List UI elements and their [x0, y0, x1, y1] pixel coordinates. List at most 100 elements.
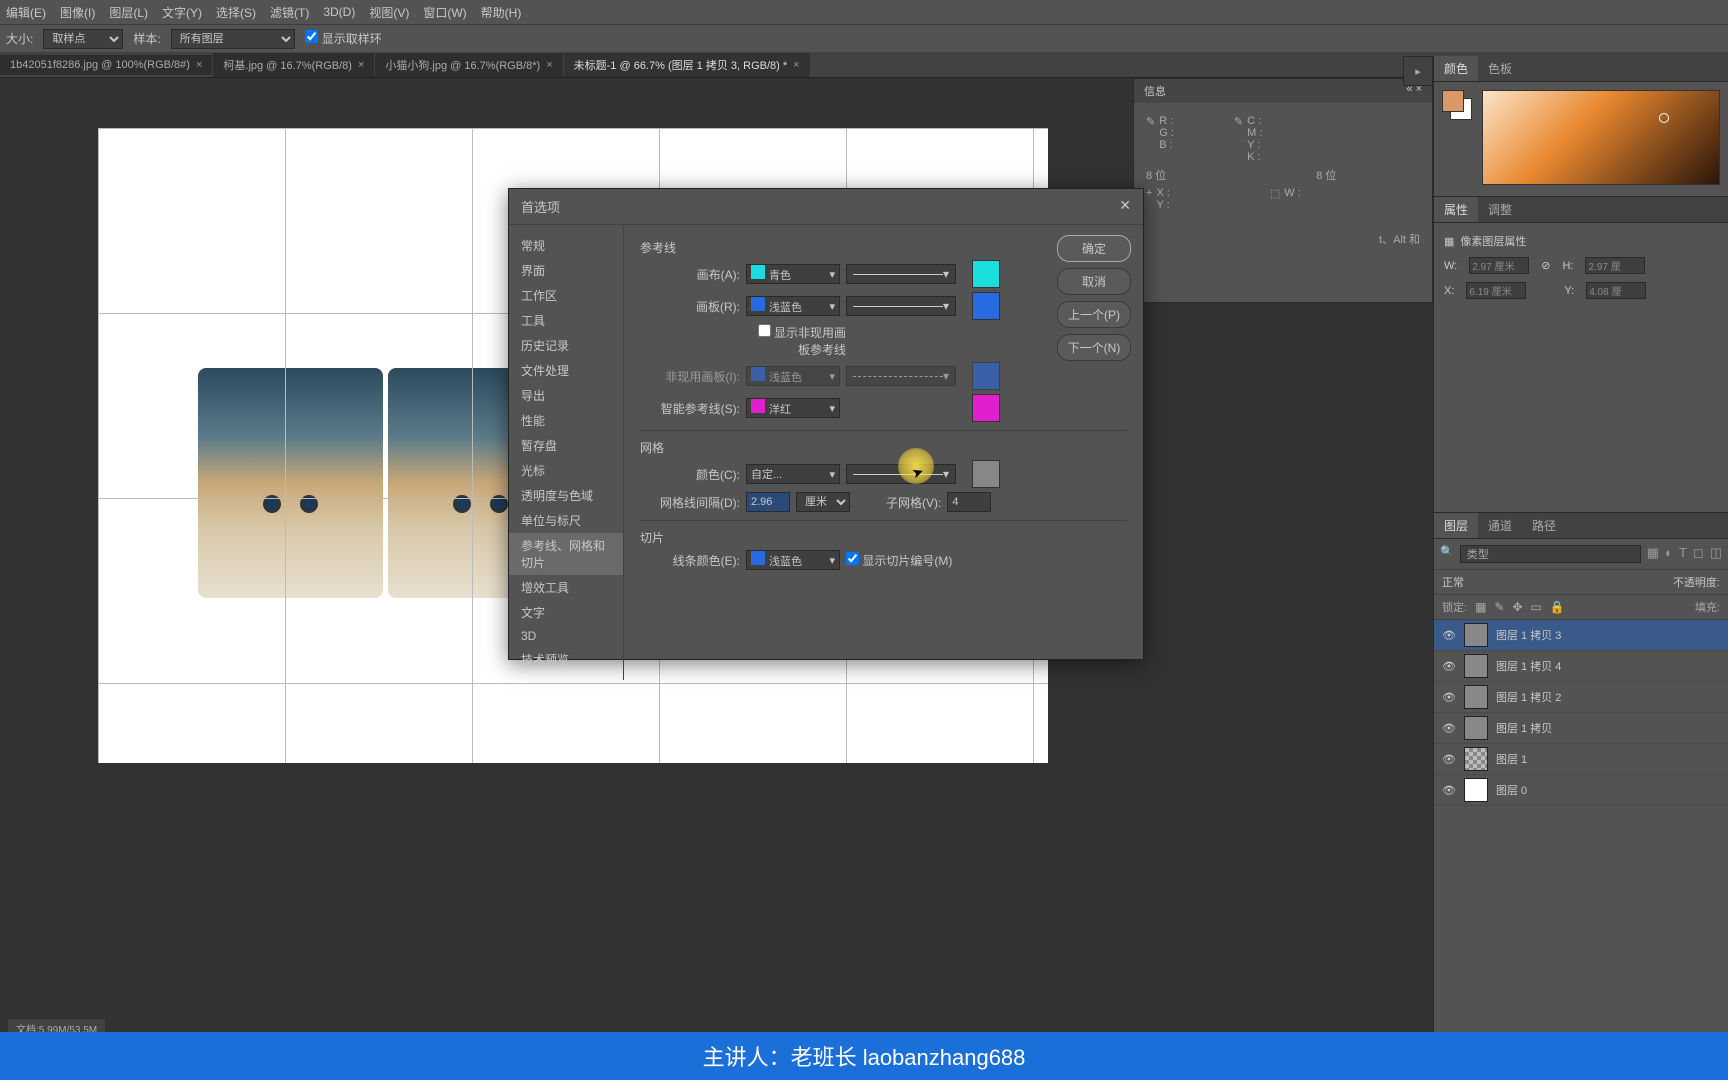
- filter-shape-icon[interactable]: ◻: [1693, 545, 1704, 563]
- visibility-icon[interactable]: 👁: [1442, 660, 1456, 673]
- prev-button[interactable]: 上一个(P): [1057, 301, 1131, 328]
- layer-filter-input[interactable]: [1460, 545, 1641, 563]
- prefs-sidebar-item[interactable]: 增效工具: [509, 575, 623, 600]
- visibility-icon[interactable]: 👁: [1442, 784, 1456, 797]
- tab-doc-3[interactable]: 小猫小狗.jpg @ 16.7%(RGB/8*)×: [375, 53, 562, 77]
- lock-all-icon[interactable]: 🔒: [1550, 600, 1565, 614]
- slice-color-select[interactable]: 浅蓝色▾: [746, 550, 840, 570]
- prefs-sidebar-item[interactable]: 性能: [509, 408, 623, 433]
- menu-3d[interactable]: 3D(D): [323, 5, 355, 19]
- size-select[interactable]: 取样点: [43, 29, 123, 49]
- smart-guide-color-select[interactable]: 洋红▾: [746, 398, 840, 418]
- prefs-sidebar-item[interactable]: 参考线、网格和切片: [509, 533, 623, 575]
- tab-adjustments[interactable]: 调整: [1478, 197, 1522, 222]
- filter-adjust-icon[interactable]: ◐: [1665, 545, 1673, 563]
- menu-layer[interactable]: 图层(L): [109, 4, 148, 21]
- lock-artboard-icon[interactable]: ▭: [1531, 600, 1542, 614]
- next-button[interactable]: 下一个(N): [1057, 334, 1131, 361]
- lock-brush-icon[interactable]: ✎: [1494, 600, 1504, 614]
- layer-row[interactable]: 👁图层 1 拷贝: [1434, 713, 1728, 744]
- gridline-every-input[interactable]: [746, 492, 790, 512]
- prefs-sidebar-item[interactable]: 常规: [509, 233, 623, 258]
- tab-channels[interactable]: 通道: [1478, 513, 1522, 538]
- visibility-icon[interactable]: 👁: [1442, 722, 1456, 735]
- tab-doc-1[interactable]: 1b42051f8286.jpg @ 100%(RGB/8#)×: [0, 55, 212, 75]
- prefs-sidebar-item[interactable]: 工作区: [509, 283, 623, 308]
- layer-row[interactable]: 👁图层 1 拷贝 2: [1434, 682, 1728, 713]
- smart-guide-swatch[interactable]: [972, 394, 1000, 422]
- artboard-guide-style-select[interactable]: ▾: [846, 296, 956, 316]
- filter-image-icon[interactable]: ▦: [1647, 545, 1659, 563]
- prefs-sidebar-item[interactable]: 3D: [509, 625, 623, 647]
- prefs-sidebar-item[interactable]: 透明度与色域: [509, 483, 623, 508]
- menu-window[interactable]: 窗口(W): [423, 4, 466, 21]
- prefs-sidebar-item[interactable]: 文件处理: [509, 358, 623, 383]
- tab-color[interactable]: 颜色: [1434, 56, 1478, 81]
- close-icon[interactable]: ×: [196, 59, 202, 71]
- close-icon[interactable]: ✕: [1119, 197, 1131, 216]
- filter-smart-icon[interactable]: ◫: [1710, 545, 1722, 563]
- cancel-button[interactable]: 取消: [1057, 268, 1131, 295]
- gridline-unit-select[interactable]: 厘米: [796, 492, 850, 512]
- layer-row[interactable]: 👁图层 1 拷贝 4: [1434, 651, 1728, 682]
- x-input[interactable]: [1466, 282, 1526, 299]
- prefs-sidebar-item[interactable]: 文字: [509, 600, 623, 625]
- close-icon[interactable]: ×: [358, 59, 364, 71]
- tab-layers[interactable]: 图层: [1434, 513, 1478, 538]
- tab-paths[interactable]: 路径: [1522, 513, 1566, 538]
- canvas-guide-color-select[interactable]: 青色▾: [746, 264, 840, 284]
- visibility-icon[interactable]: 👁: [1442, 753, 1456, 766]
- visibility-icon[interactable]: 👁: [1442, 691, 1456, 704]
- menu-image[interactable]: 图像(I): [60, 4, 95, 21]
- tab-properties[interactable]: 属性: [1434, 197, 1478, 222]
- canvas-guide-style-select[interactable]: ▾: [846, 264, 956, 284]
- prefs-sidebar-item[interactable]: 光标: [509, 458, 623, 483]
- prefs-sidebar-item[interactable]: 技术预览: [509, 647, 623, 672]
- layer-row[interactable]: 👁图层 0: [1434, 775, 1728, 806]
- menu-filter[interactable]: 滤镜(T): [270, 4, 309, 21]
- visibility-icon[interactable]: 👁: [1442, 629, 1456, 642]
- artboard-guide-color-select[interactable]: 浅蓝色▾: [746, 296, 840, 316]
- prefs-sidebar-item[interactable]: 暂存盘: [509, 433, 623, 458]
- show-ring-checkbox[interactable]: 显示取样环: [305, 30, 382, 47]
- menu-help[interactable]: 帮助(H): [481, 4, 522, 21]
- sample-select[interactable]: 所有图层: [171, 29, 295, 49]
- fg-color-swatch[interactable]: [1442, 90, 1464, 112]
- close-icon[interactable]: ×: [793, 59, 799, 71]
- ok-button[interactable]: 确定: [1057, 235, 1131, 262]
- prefs-sidebar-item[interactable]: 界面: [509, 258, 623, 283]
- grid-color-select[interactable]: 自定...▾: [746, 464, 840, 484]
- canvas-guide-swatch[interactable]: [972, 260, 1000, 288]
- menu-type[interactable]: 文字(Y): [162, 4, 202, 21]
- filter-type-icon[interactable]: T: [1679, 545, 1687, 563]
- link-icon[interactable]: ⊘: [1541, 259, 1550, 272]
- layer-row[interactable]: 👁图层 1: [1434, 744, 1728, 775]
- close-icon[interactable]: ×: [546, 59, 552, 71]
- lock-pixels-icon[interactable]: ▦: [1475, 600, 1486, 614]
- menu-edit[interactable]: 编辑(E): [6, 4, 46, 21]
- menubar[interactable]: 编辑(E) 图像(I) 图层(L) 文字(Y) 选择(S) 滤镜(T) 3D(D…: [0, 0, 1728, 24]
- color-picker-gradient[interactable]: [1482, 90, 1720, 185]
- y-input[interactable]: [1586, 282, 1646, 299]
- blend-mode-select[interactable]: 正常: [1442, 574, 1464, 590]
- prefs-sidebar-item[interactable]: 单位与标尺: [509, 508, 623, 533]
- show-inactive-checkbox[interactable]: 显示非现用画板参考线: [746, 324, 846, 358]
- lock-position-icon[interactable]: ✥: [1512, 600, 1522, 614]
- prefs-sidebar-item[interactable]: 历史记录: [509, 333, 623, 358]
- tab-doc-4[interactable]: 未标题-1 @ 66.7% (图层 1 拷贝 3, RGB/8) *×: [564, 53, 810, 77]
- width-input[interactable]: [1469, 257, 1529, 274]
- prefs-sidebar-item[interactable]: 导出: [509, 383, 623, 408]
- show-slice-number-checkbox[interactable]: 显示切片编号(M): [846, 552, 952, 569]
- panel-dock-icon[interactable]: ▸: [1403, 56, 1433, 86]
- height-input[interactable]: [1585, 257, 1645, 274]
- prefs-sidebar-item[interactable]: 工具: [509, 308, 623, 333]
- grid-style-select[interactable]: ▾: [846, 464, 956, 484]
- tab-doc-2[interactable]: 柯基.jpg @ 16.7%(RGB/8)×: [213, 53, 374, 77]
- grid-color-swatch[interactable]: [972, 460, 1000, 488]
- tab-swatches[interactable]: 色板: [1478, 56, 1522, 81]
- subdivisions-input[interactable]: [947, 492, 991, 512]
- menu-select[interactable]: 选择(S): [216, 4, 256, 21]
- menu-view[interactable]: 视图(V): [369, 4, 409, 21]
- layer-row[interactable]: 👁图层 1 拷贝 3: [1434, 620, 1728, 651]
- artboard-guide-swatch[interactable]: [972, 292, 1000, 320]
